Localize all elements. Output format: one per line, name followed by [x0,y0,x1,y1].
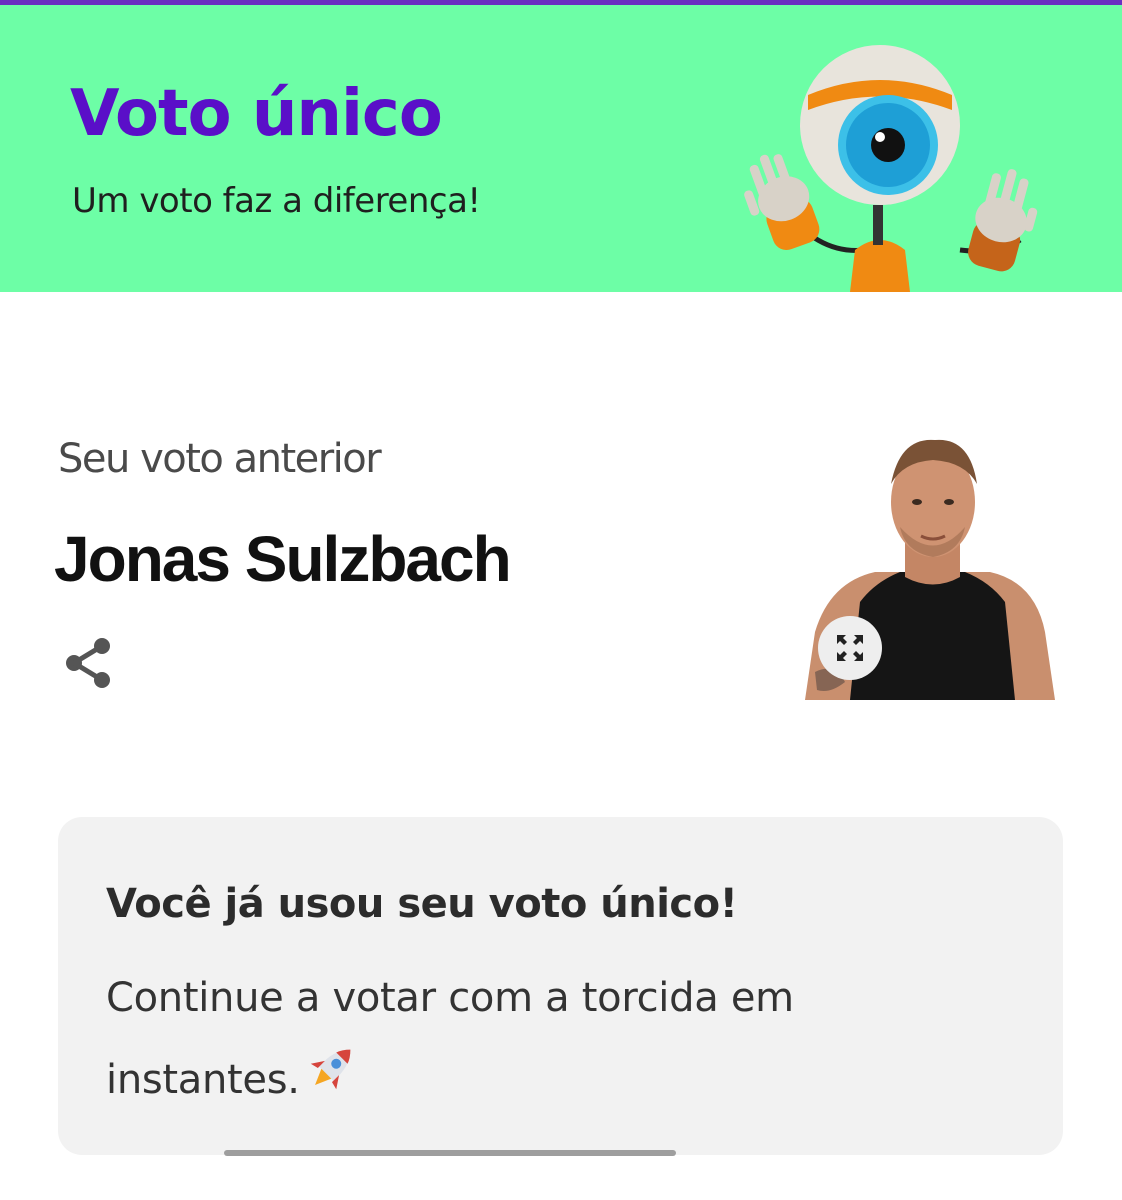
vote-used-notice: Você já usou seu voto único! Continue a … [58,817,1063,1155]
banner-title: Voto único [70,77,443,151]
share-icon[interactable] [60,634,118,692]
expand-icon[interactable] [818,616,882,680]
rocket-icon [304,1040,360,1124]
notice-body: Continue a votar com a torcida em instan… [106,957,906,1124]
scrollbar[interactable] [224,1150,676,1156]
previous-vote-name: Jonas Sulzbach [54,523,512,595]
header-banner: Voto único Um voto faz a diferença! [0,5,1122,292]
mascot-eye-illustration [744,45,1038,292]
banner-subtitle: Um voto faz a diferença! [72,181,481,221]
notice-title: Você já usou seu voto único! [106,881,738,927]
notice-body-text: Continue a votar com a torcida em instan… [106,975,794,1103]
previous-vote-label: Seu voto anterior [58,436,382,482]
